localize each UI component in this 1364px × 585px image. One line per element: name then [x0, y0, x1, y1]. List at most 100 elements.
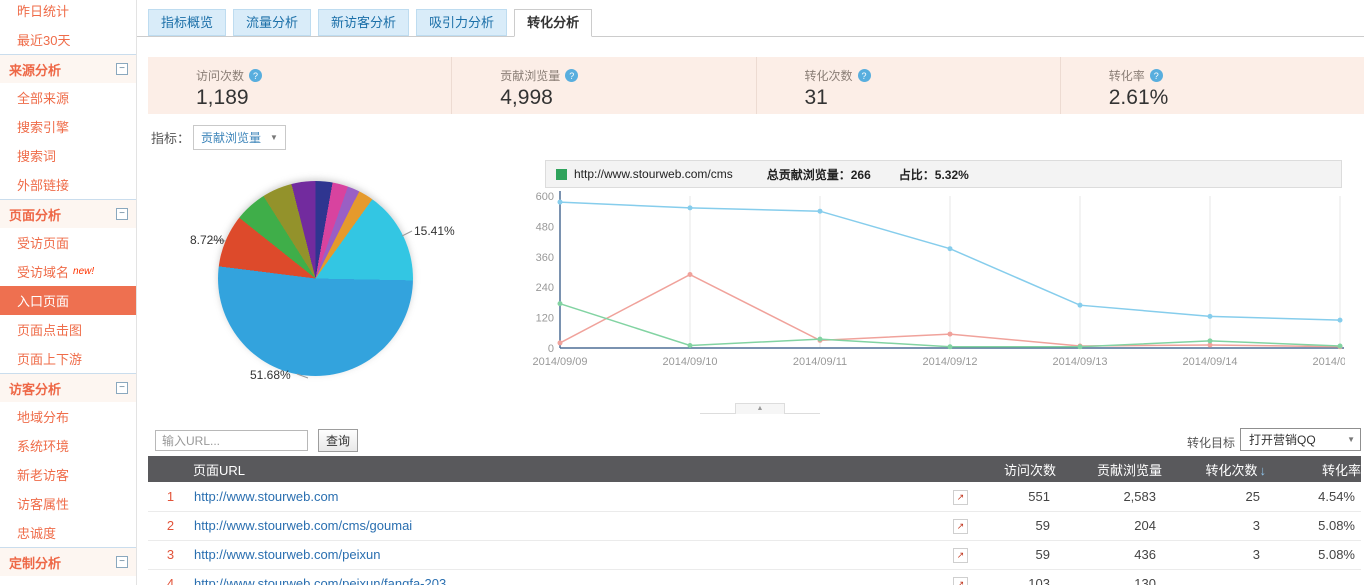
col-conversions-label: 转化次数 — [1205, 463, 1257, 478]
page-preview-icon[interactable]: ↗ — [953, 548, 968, 563]
tab-attraction-analysis[interactable]: 吸引力分析 — [416, 9, 507, 36]
table-row: 1 http://www.stourweb.com ↗ 551 2,583 25… — [148, 482, 1361, 511]
sidebar-item-visited-pages[interactable]: 受访页面 — [0, 228, 136, 257]
collapse-chart-button[interactable]: ▲ — [735, 403, 785, 414]
metric-dropdown[interactable]: 贡献浏览量 ▼ — [193, 125, 286, 150]
collapse-section-icon[interactable]: − — [116, 382, 128, 394]
stat-value: 1,189 — [196, 86, 451, 110]
collapse-section-icon[interactable]: − — [116, 556, 128, 568]
help-icon[interactable]: ? — [858, 69, 871, 82]
row-url-cell: http://www.stourweb.com/cms/goumai — [193, 511, 938, 540]
row-url-cell: http://www.stourweb.com/peixun — [193, 540, 938, 569]
col-icon — [938, 456, 983, 482]
legend-share-label: 占比： — [899, 168, 935, 182]
collapse-section-icon[interactable]: − — [116, 63, 128, 75]
sidebar-item-page-click-map[interactable]: 页面点击图 — [0, 315, 136, 344]
table-header-row: 页面URL 访问次数 贡献浏览量 转化次数↓ 转化率 — [148, 456, 1361, 482]
col-rate[interactable]: 转化率 — [1266, 456, 1361, 482]
svg-text:2014/09/14: 2014/09/14 — [1182, 356, 1237, 368]
sidebar-item-page-flow[interactable]: 页面上下游 — [0, 344, 136, 373]
col-visits[interactable]: 访问次数 — [983, 456, 1056, 482]
legend-total: 总贡献浏览量：266 — [767, 166, 871, 183]
page-url-link[interactable]: http://www.stourweb.com/peixun — [194, 547, 380, 562]
sidebar: 昨日统计 最近30天 来源分析 − 全部来源 搜索引擎 搜索词 外部链接 页面分… — [0, 0, 137, 585]
row-rank: 4 — [148, 569, 193, 585]
sidebar-item-label: 受访域名 — [17, 262, 69, 281]
row-rate — [1266, 569, 1361, 585]
svg-text:480: 480 — [536, 221, 554, 233]
sidebar-item-all-sources[interactable]: 全部来源 — [0, 83, 136, 112]
row-icon-cell: ↗ — [938, 540, 983, 569]
sidebar-item-system-environment[interactable]: 系统环境 — [0, 431, 136, 460]
tab-conversion-analysis[interactable]: 转化分析 — [514, 9, 592, 37]
help-icon[interactable]: ? — [1150, 69, 1163, 82]
collapse-section-icon[interactable]: − — [116, 208, 128, 220]
sidebar-item-new-returning-visitors[interactable]: 新老访客 — [0, 460, 136, 489]
sidebar-section-page-analysis[interactable]: 页面分析 − — [0, 199, 136, 228]
svg-text:2014/09/13: 2014/09/13 — [1052, 356, 1107, 368]
section-label: 来源分析 — [9, 60, 61, 79]
sidebar-item-visitor-attributes[interactable]: 访客属性 — [0, 489, 136, 518]
url-search-input[interactable] — [155, 430, 308, 451]
page-url-link[interactable]: http://www.stourweb.com — [194, 489, 339, 504]
row-views: 130 — [1056, 569, 1162, 585]
page-url-link[interactable]: http://www.stourweb.com/cms/goumai — [194, 518, 412, 533]
tab-metrics-overview[interactable]: 指标概览 — [148, 9, 226, 36]
query-button[interactable]: 查询 — [318, 429, 358, 452]
section-label: 访客分析 — [9, 379, 61, 398]
col-conversions[interactable]: 转化次数↓ — [1162, 456, 1266, 482]
sidebar-item-yesterday-stats[interactable]: 昨日统计 — [0, 0, 136, 25]
chevron-down-icon: ▼ — [1347, 435, 1355, 444]
row-icon-cell: ↗ — [938, 482, 983, 511]
table-row: 4 http://www.stourweb.com/peixun/fangfa-… — [148, 569, 1361, 585]
svg-text:600: 600 — [536, 191, 554, 203]
row-visits: 59 — [983, 511, 1056, 540]
stat-label-text: 转化次数 — [805, 67, 853, 84]
pie-callout-red: 8.72% — [180, 233, 224, 247]
row-rank: 3 — [148, 540, 193, 569]
sidebar-item-search-terms[interactable]: 搜索词 — [0, 141, 136, 170]
metric-selector-row: 指标： 贡献浏览量 ▼ — [151, 125, 286, 150]
row-visits: 551 — [983, 482, 1056, 511]
sidebar-item-loyalty[interactable]: 忠诚度 — [0, 518, 136, 547]
svg-text:240: 240 — [536, 282, 554, 294]
stat-label: 转化次数 ? — [805, 67, 1060, 84]
stat-value: 4,998 — [500, 86, 755, 110]
row-views: 2,583 — [1056, 482, 1162, 511]
col-page-url[interactable]: 页面URL — [193, 456, 938, 482]
page-preview-icon[interactable]: ↗ — [953, 577, 968, 585]
stat-label: 贡献浏览量 ? — [500, 67, 755, 84]
sidebar-section-custom-analysis[interactable]: 定制分析 − — [0, 547, 136, 576]
sidebar-item-last-30-days[interactable]: 最近30天 — [0, 25, 136, 54]
page-url-link[interactable]: http://www.stourweb.com/peixun/fangfa-20… — [194, 576, 457, 585]
col-views[interactable]: 贡献浏览量 — [1056, 456, 1162, 482]
pie-callout-cyan: 15.41% — [414, 224, 455, 238]
help-icon[interactable]: ? — [565, 69, 578, 82]
sort-desc-icon[interactable]: ↓ — [1260, 463, 1267, 478]
page-preview-icon[interactable]: ↗ — [953, 519, 968, 534]
stat-label-text: 访问次数 — [196, 67, 244, 84]
sidebar-section-source-analysis[interactable]: 来源分析 − — [0, 54, 136, 83]
sidebar-item-search-engines[interactable]: 搜索引擎 — [0, 112, 136, 141]
tab-new-visitor-analysis[interactable]: 新访客分析 — [318, 9, 409, 36]
sidebar-item-entry-pages[interactable]: 入口页面 — [0, 286, 136, 315]
chevron-down-icon: ▼ — [270, 133, 278, 142]
stats-bar: 访问次数 ? 1,189 贡献浏览量 ? 4,998 转化次数 ? 31 转化率… — [148, 57, 1364, 114]
sidebar-item-visited-domains[interactable]: 受访域名 new! — [0, 257, 136, 286]
stat-conversion-rate: 转化率 ? 2.61% — [1060, 57, 1364, 114]
svg-text:120: 120 — [536, 313, 554, 325]
svg-text:360: 360 — [536, 252, 554, 264]
stat-value: 2.61% — [1109, 86, 1364, 110]
pie-chart[interactable] — [218, 181, 413, 376]
sidebar-section-visitor-analysis[interactable]: 访客分析 − — [0, 373, 136, 402]
tab-traffic-analysis[interactable]: 流量分析 — [233, 9, 311, 36]
help-icon[interactable]: ? — [249, 69, 262, 82]
row-conversions: 3 — [1162, 511, 1266, 540]
sidebar-item-external-links[interactable]: 外部链接 — [0, 170, 136, 199]
pages-table: 页面URL 访问次数 贡献浏览量 转化次数↓ 转化率 1 http://www.… — [148, 456, 1361, 585]
page-preview-icon[interactable]: ↗ — [953, 490, 968, 505]
row-rate: 5.08% — [1266, 540, 1361, 569]
svg-text:2014/09/11: 2014/09/11 — [793, 356, 847, 368]
conversion-target-dropdown[interactable]: 打开营销QQ ▼ — [1240, 428, 1361, 451]
sidebar-item-geo-distribution[interactable]: 地域分布 — [0, 402, 136, 431]
